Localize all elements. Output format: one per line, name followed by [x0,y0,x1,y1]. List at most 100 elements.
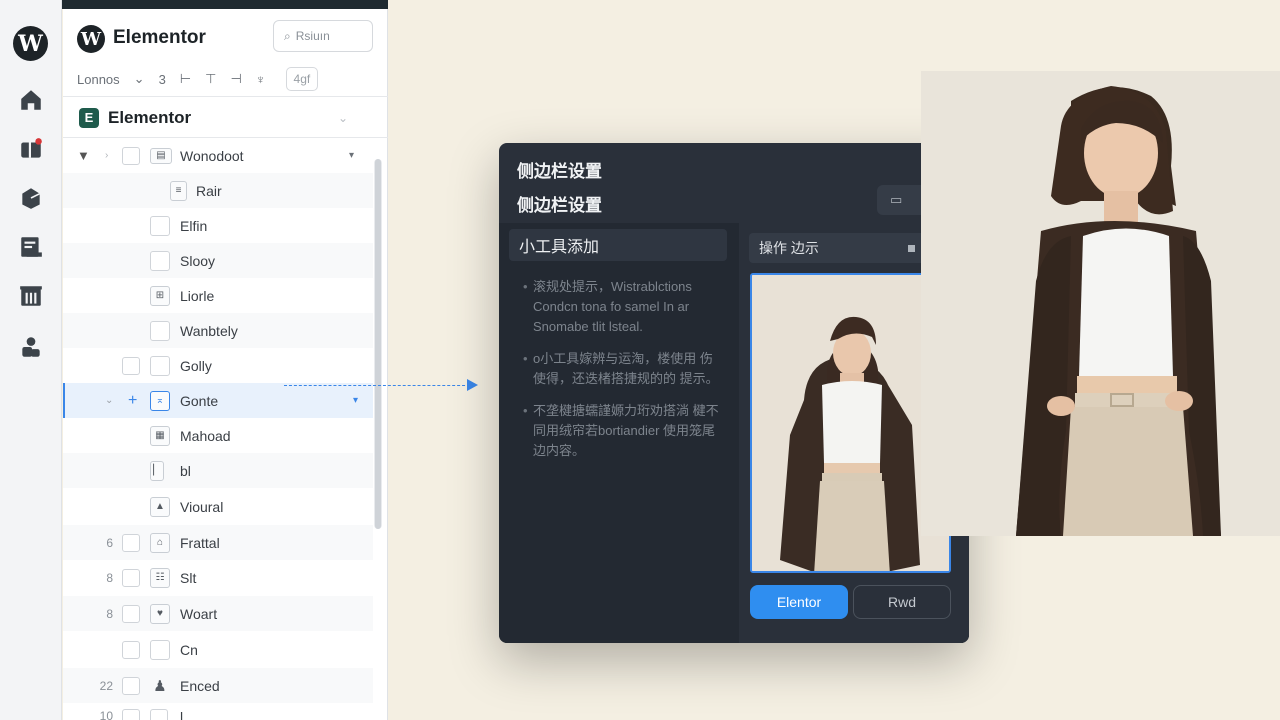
tip-item: o小工具嫁辨与运淘，楼使用 伤使得，还迭楮搭捷规的的 提示。 [523,349,723,389]
search-placeholder: Rsiuın [295,29,330,43]
admin-icon-rail: W [0,0,62,720]
tree-row[interactable]: ≡ Rair [63,173,373,208]
columns-icon: ⊞ [150,285,170,306]
section-icon: ▤ [150,147,172,164]
slider-icon: ☷ [150,567,170,588]
row-checkbox[interactable] [122,640,140,659]
chevron-down-icon[interactable]: ⌄ [338,111,348,125]
section-title: Elementor [108,107,192,127]
tree-label: Enced [180,677,220,694]
add-icon[interactable]: + [128,392,137,410]
posts-icon[interactable] [18,136,44,162]
tree-row[interactable]: ▲ Vioural [63,489,373,524]
align-right-icon[interactable]: ⊣ [230,71,241,87]
tree-label: Elfin [180,217,208,234]
chevron-down-icon[interactable]: ⌄ [134,71,145,87]
tree-label: Woart [180,605,218,622]
row-checkbox[interactable] [122,676,140,695]
triangle-icon: ▲ [150,496,170,517]
tree-row[interactable]: ▦ Mahoad [63,418,373,453]
search-icon: ⌕ [284,28,291,43]
filter-select[interactable]: 4gf [285,67,319,91]
drag-connector-line [284,385,470,386]
row-checkbox[interactable] [150,709,168,720]
align-left-icon[interactable]: ⊢ [180,71,191,87]
layout-icon[interactable]: ▭ [890,192,902,208]
row-number: 6 [106,535,113,550]
tree-label: Rair [196,182,222,199]
widget-add-header[interactable]: 小工具添加 [509,229,727,261]
tree-label: Liorle [180,287,215,304]
primary-button[interactable]: Elentor [750,585,848,619]
trophy-icon[interactable]: ♆ [256,72,266,87]
row-checkbox[interactable] [150,355,170,376]
users-icon[interactable] [18,334,44,360]
row-checkbox[interactable] [122,709,140,720]
tree-row[interactable]: ▼ › ▤ Wonodoot ▾ [63,138,373,173]
templates-icon[interactable] [18,283,44,309]
tree-row[interactable]: 8 ♥ Woart [63,596,373,631]
level-count[interactable]: 3 [159,72,166,87]
row-checkbox[interactable] [150,215,170,236]
elementor-icon: E [79,107,99,128]
tree-row[interactable]: Elfin [63,208,373,243]
stamp-icon: ♟ [153,677,167,695]
row-checkbox[interactable] [150,250,170,271]
layout-dropdown[interactable]: Lonnos [77,72,120,87]
section-header[interactable]: E Elementor ⌄ [63,98,388,138]
tree-label: Vioural [180,498,224,515]
media-icon[interactable] [18,185,44,211]
tree-label: Golly [180,357,212,374]
tree-row[interactable]: ⊞ Liorle [63,278,373,313]
tree-label: Cn [180,641,198,658]
caret-down-icon[interactable]: ▼ [77,148,90,163]
row-checkbox[interactable] [150,639,170,660]
dialog-subtitle: 侧边栏设置 [517,196,602,215]
navigator-header: W Elementor ⌕ Rsiuın Lonnos ⌄ 3 ⊢ ⊤ ⊣ ♆ … [63,9,388,97]
wordpress-logo[interactable]: W [13,26,48,61]
tree-row[interactable]: Golly [63,348,373,383]
tree-row[interactable]: 6 ⌂ Frattal [63,525,373,560]
tree-row[interactable]: ▏ bl [63,453,373,488]
row-checkbox[interactable] [150,320,170,341]
drag-handle-icon[interactable]: › [105,150,108,161]
row-number: 8 [106,570,113,585]
dialog-title: 侧边栏设置 [517,162,602,181]
pages-icon[interactable] [18,234,44,260]
tree-label: l [180,709,184,720]
tree-label: Mahoad [180,427,231,444]
row-checkbox[interactable] [122,568,140,587]
chevron-down-icon[interactable]: ▾ [349,150,354,161]
row-number: 8 [106,606,113,621]
row-checkbox[interactable] [122,356,140,375]
scrollbar-thumb[interactable] [375,159,381,529]
brand-logo-icon: W [77,25,105,53]
tree-label: Frattal [180,534,220,551]
navigator-scrollbar[interactable] [374,159,382,529]
tip-item: 不垄楗搪蠕謹嫄力珩劝搭淌 楗不同用绒帘若bortiandier 使用笼尾边内容。 [523,401,723,461]
tree-row[interactable]: 10 l [63,703,373,720]
tree-row[interactable]: Cn [63,632,373,667]
tree-row[interactable]: Wanbtely [63,313,373,348]
tree-label: Slt [180,569,197,586]
chevron-down-icon[interactable]: ▾ [353,395,358,406]
secondary-button[interactable]: Rwd [853,585,951,619]
arrow-right-icon [467,379,478,391]
tree-row[interactable]: 8 ☷ Slt [63,560,373,595]
model-photo [921,71,1280,536]
home-icon[interactable] [18,87,44,113]
row-checkbox[interactable] [122,604,140,623]
row-number: 22 [99,678,113,693]
tree-row[interactable]: 22 ♟ Enced [63,668,373,703]
tree-row-selected[interactable]: ⌄ + ⌅ Gonte ▾ [63,383,373,418]
row-checkbox[interactable] [122,146,140,165]
widget-icon: ⌅ [150,390,170,411]
sidebar-settings-dialog: 侧边栏设置 ✕ 侧边栏设置 ▭ ⚙ 小工具添加 滚规处提示，Wistrablct… [499,143,969,643]
row-checkbox[interactable] [122,533,140,552]
search-input[interactable]: ⌕ Rsiuın [273,20,373,52]
align-top-icon[interactable]: ⊤ [205,71,216,87]
tree-row[interactable]: Slooy [63,243,373,278]
heart-icon: ♥ [150,603,170,624]
tree-label: Wanbtely [180,322,238,339]
drag-handle-icon[interactable]: ⌄ [105,395,113,406]
